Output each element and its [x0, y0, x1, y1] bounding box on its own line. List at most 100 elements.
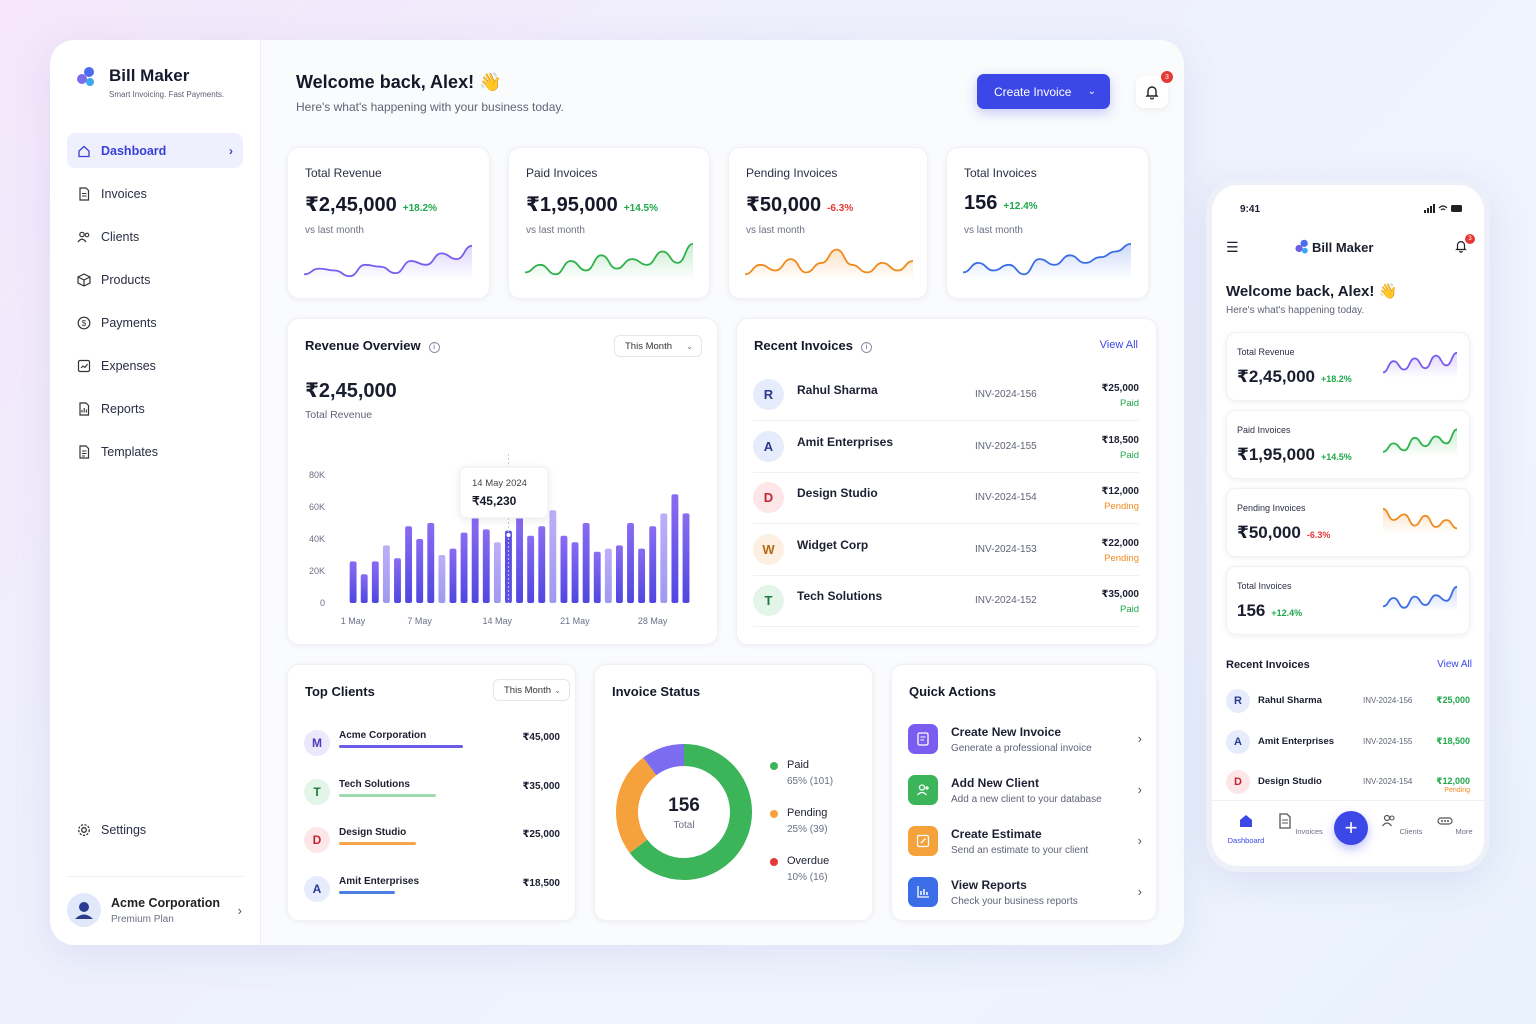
bar[interactable]	[638, 548, 646, 603]
tooltip-box	[459, 466, 549, 519]
bar[interactable]	[682, 513, 690, 603]
quick-action-view-reports[interactable]: View Reports Check your business reports ›	[908, 876, 1142, 918]
view-all-link[interactable]: View All	[1100, 339, 1138, 351]
sidebar-item-products[interactable]: Products	[67, 262, 243, 297]
sidebar-item-reports[interactable]: Reports	[67, 391, 243, 426]
brand-name: Bill Maker	[109, 66, 190, 85]
donut-segment-overdue[interactable]	[643, 744, 685, 776]
invoice-row[interactable]: R Rahul Sharma INV-2024-156 ₹25,000 Paid	[753, 370, 1139, 421]
client-avatar: A	[753, 430, 784, 462]
bar[interactable]	[449, 548, 457, 603]
x-tick-label: 21 May	[560, 616, 590, 626]
invoice-amount: ₹12,000	[1101, 486, 1139, 497]
client-row[interactable]: T Tech Solutions ₹35,000	[304, 778, 560, 819]
top-clients-title: Top Clients	[305, 684, 375, 699]
tab-label: Dashboard	[1227, 836, 1265, 845]
bar[interactable]	[649, 526, 657, 603]
create-invoice-button[interactable]: Create Invoice ⌄	[977, 74, 1110, 109]
bar[interactable]	[615, 545, 623, 603]
profile-switcher[interactable]: Acme Corporation Premium Plan ›	[67, 876, 244, 927]
invoice-row[interactable]: T Tech Solutions INV-2024-152 ₹35,000 Paid	[753, 576, 1139, 627]
quick-action-add-new-client[interactable]: Add New Client Add a new client to your d…	[908, 774, 1142, 816]
sidebar-item-dashboard[interactable]: Dashboard ›	[67, 133, 243, 168]
tab-more[interactable]: More	[1430, 813, 1480, 836]
notifications-button[interactable]: 3	[1136, 71, 1173, 108]
bar[interactable]	[538, 526, 546, 603]
gear-icon	[77, 823, 91, 837]
notifications-button[interactable]: 3	[1454, 234, 1475, 255]
sidebar-item-settings[interactable]: Settings	[67, 812, 244, 847]
client-row[interactable]: M Acme Corporation ₹45,000	[304, 730, 560, 770]
client-avatar: D	[1226, 770, 1250, 794]
mobile-stat-card[interactable]: Pending Invoices ₹50,000 -6.3%	[1226, 488, 1470, 557]
bar[interactable]	[660, 513, 668, 603]
quick-action-create-new-invoice[interactable]: Create New Invoice Generate a professiona…	[908, 723, 1142, 765]
client-row[interactable]: A Amit Enterprises ₹18,500	[304, 875, 560, 916]
box-icon	[77, 272, 91, 287]
bar[interactable]	[493, 542, 501, 603]
mobile-stat-card[interactable]: Total Invoices 156 +12.4%	[1226, 566, 1470, 635]
invoice-row[interactable]: W Widget Corp INV-2024-153 ₹22,000 Pending	[753, 525, 1139, 576]
sidebar-item-payments[interactable]: $ Payments	[67, 305, 243, 340]
sidebar-nav: Dashboard › Invoices Clients Products $ Paymen…	[67, 133, 243, 469]
stat-card-total-revenue[interactable]: Total Revenue ₹2,45,000 +18.2% vs last mont…	[287, 147, 490, 299]
mobile-stat-card[interactable]: Paid Invoices ₹1,95,000 +14.5%	[1226, 410, 1470, 479]
chevron-right-icon: ›	[1137, 884, 1142, 899]
sidebar-item-clients[interactable]: Clients	[67, 219, 243, 254]
stat-card-paid-invoices[interactable]: Paid Invoices ₹1,95,000 +14.5% vs last mont…	[508, 147, 710, 299]
bar[interactable]	[438, 555, 446, 603]
bar[interactable]	[394, 558, 401, 603]
invoice-row[interactable]: D Design Studio INV-2024-154 ₹12,000 Pending	[753, 473, 1139, 524]
mobile-stat-card[interactable]: Total Revenue ₹2,45,000 +18.2%	[1226, 332, 1470, 401]
bar[interactable]	[627, 523, 634, 603]
bar[interactable]	[604, 548, 612, 603]
mobile-invoice-row[interactable]: R Rahul Sharma INV-2024-156 ₹25,000	[1226, 689, 1470, 727]
bar[interactable]	[371, 561, 379, 603]
bar[interactable]	[549, 510, 557, 603]
bar[interactable]	[349, 561, 357, 603]
bar[interactable]	[427, 523, 435, 603]
bar[interactable]	[560, 535, 568, 603]
period-select[interactable]: This Month ⌄	[493, 679, 570, 701]
bar[interactable]	[671, 494, 679, 603]
signal-icon	[1424, 204, 1462, 213]
quick-action-create-estimate[interactable]: Create Estimate Send an estimate to your …	[908, 825, 1142, 867]
revenue-bar-chart: 80K 60K 40K 20K 0 1 May 7 May 14 May 21 May 28 Ma…	[309, 454, 690, 626]
bar[interactable]	[482, 529, 490, 603]
add-button[interactable]: +	[1334, 811, 1368, 845]
bar[interactable]	[382, 545, 390, 603]
mobile-invoice-row[interactable]: A Amit Enterprises INV-2024-155 ₹18,500	[1226, 729, 1470, 768]
tab-dashboard[interactable]: Dashboard	[1221, 813, 1271, 845]
client-amount: ₹18,500	[522, 877, 560, 889]
stat-card-pending-invoices[interactable]: Pending Invoices ₹50,000 -6.3% vs last mont…	[728, 147, 928, 299]
invoice-row[interactable]: A Amit Enterprises INV-2024-155 ₹18,500 Paid	[753, 422, 1139, 473]
bar[interactable]	[460, 532, 468, 603]
donut-total-label: Total	[673, 820, 695, 831]
menu-icon[interactable]: ☰	[1226, 239, 1239, 256]
client-row[interactable]: D Design Studio ₹25,000	[304, 827, 560, 867]
users-icon	[1382, 814, 1396, 827]
sidebar-item-expenses[interactable]: Expenses	[67, 348, 243, 383]
bar[interactable]	[416, 539, 424, 603]
invoice-amount: ₹35,000	[1101, 589, 1139, 600]
sidebar-item-templates[interactable]: Templates	[67, 434, 243, 469]
stat-card-total-invoices[interactable]: Total Invoices 156 +12.4% vs last month	[946, 147, 1149, 299]
mobile-tab-bar: Dashboard Invoices + Clients More	[1212, 800, 1484, 866]
client-name: Design Studio	[797, 486, 878, 500]
brand[interactable]: Bill Maker Smart Invoicing. Fast Payment…	[67, 66, 243, 99]
bar[interactable]	[593, 551, 601, 603]
bar[interactable]	[571, 542, 579, 603]
info-icon[interactable]: i	[861, 342, 872, 353]
tab-invoices[interactable]: Invoices	[1275, 813, 1325, 836]
bar[interactable]	[516, 516, 523, 603]
bar[interactable]	[582, 523, 590, 603]
bar[interactable]	[471, 515, 479, 603]
mobile-view-all-link[interactable]: View All	[1437, 659, 1472, 670]
bar[interactable]	[527, 535, 535, 603]
bar[interactable]	[405, 526, 413, 603]
bar[interactable]	[360, 574, 368, 603]
sidebar-item-invoices[interactable]: Invoices	[67, 176, 243, 211]
sidebar-item-label: Templates	[101, 444, 158, 459]
main-content: Welcome back, Alex! 👋 Here's what's happ…	[261, 40, 1184, 945]
tab-clients[interactable]: Clients	[1377, 813, 1427, 836]
